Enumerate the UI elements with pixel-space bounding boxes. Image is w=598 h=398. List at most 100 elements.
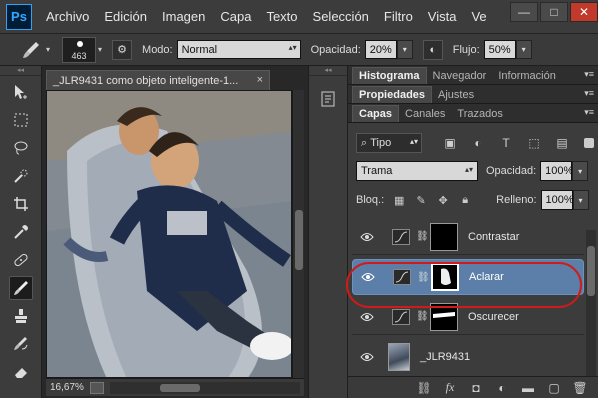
curves-adjustment-icon[interactable] — [392, 228, 410, 245]
add-mask-icon[interactable]: ◘ — [468, 380, 484, 396]
lock-all-icon[interactable]: 🔒︎ — [458, 193, 472, 207]
flow-input[interactable]: 50% — [483, 40, 516, 59]
layer-row-contrastar[interactable]: ⛓ Contrastar — [352, 219, 584, 255]
layer-thumbnail[interactable] — [388, 343, 410, 371]
menu-seleccion[interactable]: Selección — [313, 9, 369, 24]
layer-row-oscurecer[interactable]: ⛓ Oscurecer — [352, 299, 584, 335]
shape-filter-icon[interactable]: ⬚ — [526, 135, 542, 151]
new-group-folder-icon[interactable]: ▬ — [520, 380, 536, 396]
minimize-button[interactable]: — — [510, 2, 538, 22]
delete-layer-trash-icon[interactable]: 🗑︎ — [572, 380, 588, 396]
smart-object-filter-icon[interactable]: ▤ — [554, 135, 570, 151]
panel-menu-icon[interactable]: ▾≡ — [584, 69, 594, 80]
layer-opacity-dropdown[interactable]: ▾ — [572, 161, 589, 181]
layer-row-jlr9431[interactable]: _JLR9431 — [352, 339, 584, 375]
new-adjustment-layer-icon[interactable]: ◐ — [494, 380, 510, 396]
lock-pixels-icon[interactable]: ✎ — [414, 193, 428, 207]
link-layers-icon[interactable]: ⛓ — [416, 380, 432, 396]
tab-ajustes[interactable]: Ajustes — [432, 86, 480, 103]
layer-name[interactable]: Aclarar — [469, 271, 504, 283]
menu-texto[interactable]: Texto — [266, 9, 297, 24]
menu-imagen[interactable]: Imagen — [162, 9, 205, 24]
chevron-down-icon[interactable]: ▾ — [46, 45, 50, 54]
zoom-level[interactable]: 16,67% — [46, 382, 90, 393]
canvas-horizontal-scrollbar[interactable] — [110, 381, 300, 394]
tab-trazados[interactable]: Trazados — [451, 105, 508, 122]
lasso-tool-icon[interactable] — [9, 136, 33, 160]
tab-capas[interactable]: Capas — [352, 105, 400, 122]
layer-mask-thumbnail[interactable] — [430, 302, 458, 331]
visibility-eye-icon[interactable] — [358, 310, 376, 324]
brush-tool-preset-icon[interactable] — [18, 38, 44, 62]
blend-mode-select[interactable]: Trama ▴▾ — [356, 161, 478, 181]
layer-name[interactable]: _JLR9431 — [420, 351, 470, 363]
fill-dropdown[interactable]: ▾ — [572, 190, 589, 210]
pressure-opacity-icon[interactable]: ◐ — [422, 39, 443, 60]
quick-selection-tool-icon[interactable] — [9, 164, 33, 188]
history-panel-icon[interactable] — [315, 88, 341, 110]
chevron-down-icon[interactable]: ▾ — [98, 45, 102, 54]
crop-tool-icon[interactable] — [9, 192, 33, 216]
canvas-vertical-scrollbar[interactable] — [292, 90, 304, 378]
opacity-input[interactable]: 20% — [364, 40, 397, 59]
menu-capa[interactable]: Capa — [220, 9, 251, 24]
scrollbar-thumb[interactable] — [587, 246, 595, 296]
menu-ventana[interactable]: Ve — [471, 9, 486, 24]
menu-vista[interactable]: Vista — [428, 9, 457, 24]
layer-name[interactable]: Contrastar — [468, 231, 519, 243]
lock-position-icon[interactable]: ✥ — [436, 193, 450, 207]
panel-menu-icon[interactable]: ▾≡ — [584, 107, 594, 118]
tab-informacion[interactable]: Información — [492, 67, 561, 84]
layer-row-aclarar[interactable]: ⛓ Aclarar — [352, 259, 584, 295]
tab-propiedades[interactable]: Propiedades — [352, 86, 433, 103]
brush-panel-toggle-icon[interactable]: ⚙ — [112, 39, 133, 60]
history-brush-tool-icon[interactable] — [9, 332, 33, 356]
eyedropper-tool-icon[interactable] — [9, 220, 33, 244]
visibility-eye-icon[interactable] — [359, 270, 377, 284]
menu-filtro[interactable]: Filtro — [384, 9, 413, 24]
clone-stamp-tool-icon[interactable] — [9, 304, 33, 328]
flow-dropdown-button[interactable]: ▾ — [515, 40, 532, 59]
panel-grip[interactable]: ◂◂ — [0, 66, 41, 76]
close-window-button[interactable]: ✕ — [570, 2, 598, 22]
layer-filter-select[interactable]: ⌕ Tipo ▴▾ — [356, 133, 422, 153]
document-info-icon[interactable] — [90, 381, 104, 394]
layer-mask-thumbnail[interactable] — [431, 263, 459, 291]
pixel-filter-icon[interactable]: ▣ — [442, 135, 458, 151]
mode-select[interactable]: Normal ▴▾ — [176, 40, 301, 59]
brush-tool-icon[interactable] — [8, 276, 33, 300]
fill-input[interactable]: 100% — [540, 190, 574, 210]
document-canvas[interactable] — [46, 90, 292, 378]
tab-navegador[interactable]: Navegador — [427, 67, 493, 84]
curves-adjustment-icon[interactable] — [393, 269, 411, 285]
layers-scrollbar[interactable] — [586, 230, 596, 378]
curves-adjustment-icon[interactable] — [392, 308, 410, 325]
layer-mask-thumbnail[interactable] — [430, 222, 458, 251]
marquee-tool-icon[interactable] — [9, 108, 33, 132]
scrollbar-thumb[interactable] — [295, 210, 303, 270]
visibility-eye-icon[interactable] — [358, 230, 376, 244]
filter-toggle-icon[interactable] — [584, 138, 594, 148]
visibility-eye-icon[interactable] — [358, 350, 376, 364]
opacity-dropdown-button[interactable]: ▾ — [396, 40, 413, 59]
maximize-button[interactable]: □ — [540, 2, 568, 22]
menu-archivo[interactable]: Archivo — [46, 9, 89, 24]
type-filter-icon[interactable]: T — [498, 135, 514, 151]
link-icon[interactable]: ⛓ — [417, 272, 430, 283]
menu-edicion[interactable]: Edición — [104, 9, 147, 24]
healing-brush-tool-icon[interactable] — [9, 248, 33, 272]
scrollbar-thumb[interactable] — [160, 383, 200, 392]
layer-style-fx-icon[interactable]: fx — [442, 380, 458, 396]
layer-name[interactable]: Oscurecer — [468, 311, 519, 323]
panel-grip[interactable]: ◂◂ — [309, 66, 347, 76]
layer-opacity-input[interactable]: 100% — [540, 161, 573, 181]
lock-transparency-icon[interactable]: ▦ — [392, 193, 406, 207]
link-icon[interactable]: ⛓ — [416, 231, 429, 242]
new-layer-icon[interactable]: ▢ — [546, 380, 562, 396]
adjustment-filter-icon[interactable]: ◐ — [470, 135, 486, 151]
move-tool-icon[interactable] — [9, 80, 33, 104]
tab-histograma[interactable]: Histograma — [352, 67, 427, 84]
tab-canales[interactable]: Canales — [399, 105, 451, 122]
eraser-tool-icon[interactable] — [9, 360, 33, 384]
panel-menu-icon[interactable]: ▾≡ — [584, 88, 594, 99]
